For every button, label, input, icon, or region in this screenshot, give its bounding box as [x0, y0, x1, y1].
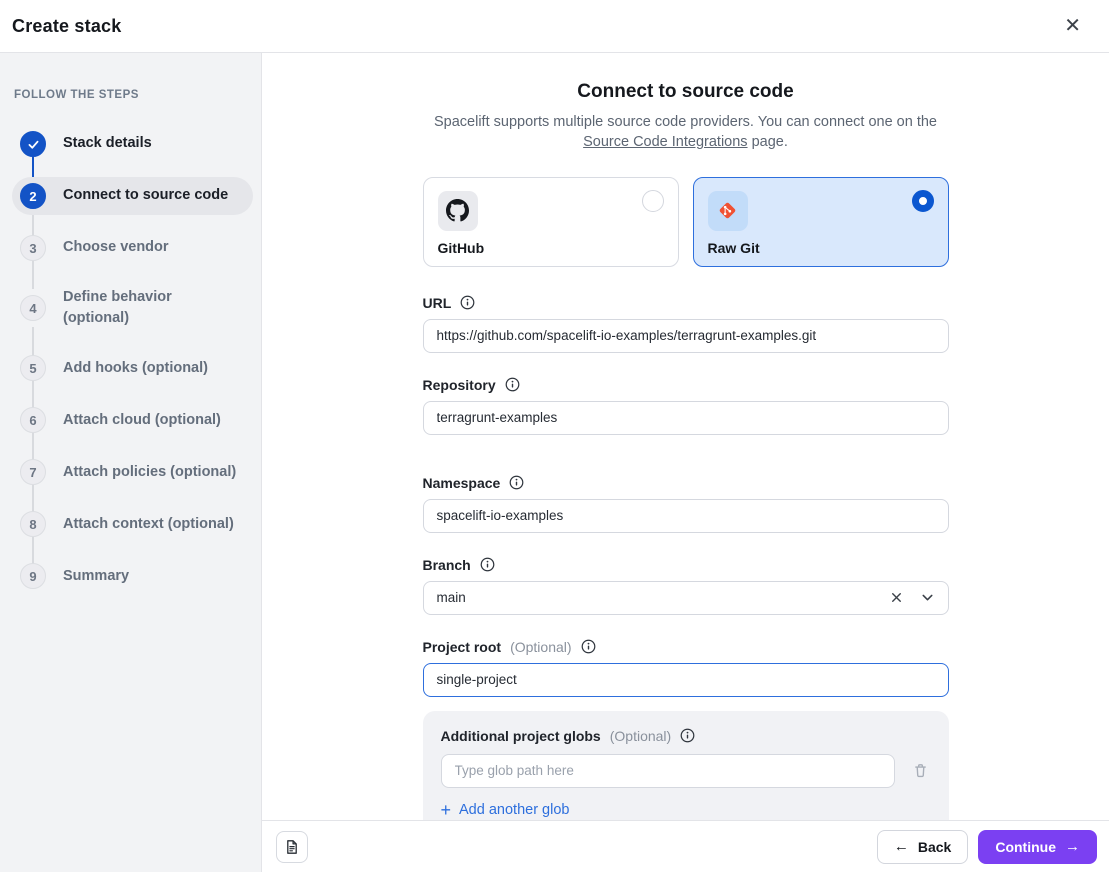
step-label: Connect to source code: [63, 185, 228, 206]
step-label: Stack details: [63, 133, 152, 154]
chevron-down-icon[interactable]: [918, 588, 937, 607]
sidebar-heading: FOLLOW THE STEPS: [14, 89, 245, 101]
info-icon[interactable]: [680, 728, 695, 743]
step-number-badge: 7: [20, 459, 46, 485]
step-number-badge: 3: [20, 235, 46, 261]
optional-tag: (Optional): [510, 639, 571, 655]
add-glob-label: Add another glob: [459, 802, 569, 818]
close-icon[interactable]: ✕: [1060, 12, 1085, 40]
step-label: Attach context (optional): [63, 514, 234, 535]
project-root-field-group: Project root (Optional): [423, 639, 949, 697]
provider-card-raw-git[interactable]: Raw Git: [693, 177, 949, 267]
repository-input[interactable]: [423, 401, 949, 435]
trash-icon[interactable]: [910, 760, 931, 781]
step-number-badge: 8: [20, 511, 46, 537]
subtitle-text: Spacelift supports multiple source code …: [434, 114, 937, 130]
create-stack-modal: Create stack ✕ FOLLOW THE STEPS Stack de…: [0, 0, 1109, 872]
namespace-field-group: Namespace: [423, 475, 949, 533]
step-number-badge: 2: [20, 183, 46, 209]
optional-tag: (Optional): [610, 728, 671, 744]
provider-radio-unselected[interactable]: [642, 190, 664, 212]
form-scroll-area[interactable]: Connect to source code Spacelift support…: [262, 53, 1109, 820]
info-icon[interactable]: [581, 639, 596, 654]
url-field-group: URL: [423, 295, 949, 353]
sidebar-step-attach-context[interactable]: 8 Attach context (optional): [20, 511, 245, 563]
step-number-badge: 5: [20, 355, 46, 381]
step-number-badge: 4: [20, 295, 46, 321]
sidebar-step-define-behavior[interactable]: 4 Define behavior (optional): [20, 287, 245, 355]
repository-label: Repository: [423, 377, 496, 393]
sidebar-step-summary[interactable]: 9 Summary: [20, 563, 245, 589]
arrow-left-icon: ←: [894, 839, 909, 854]
branch-input[interactable]: [423, 581, 949, 615]
continue-label: Continue: [995, 839, 1056, 855]
provider-radio-selected[interactable]: [912, 190, 934, 212]
provider-cards: GitHub: [423, 177, 949, 267]
document-icon[interactable]: [276, 831, 308, 863]
info-icon[interactable]: [509, 475, 524, 490]
arrow-right-icon: →: [1065, 839, 1080, 854]
page-title: Connect to source code: [423, 81, 949, 103]
step-label: Attach policies (optional): [63, 462, 236, 483]
info-icon[interactable]: [480, 557, 495, 572]
glob-path-input[interactable]: [441, 754, 895, 788]
step-label: Attach cloud (optional): [63, 410, 221, 431]
branch-label: Branch: [423, 557, 471, 573]
step-label: Summary: [63, 566, 129, 587]
repository-field-group: Repository: [423, 377, 949, 435]
step-completed-check-icon: [20, 131, 46, 157]
project-root-input[interactable]: [423, 663, 949, 697]
sidebar-step-add-hooks[interactable]: 5 Add hooks (optional): [20, 355, 245, 407]
provider-label: GitHub: [438, 240, 664, 256]
continue-button[interactable]: Continue →: [978, 830, 1097, 864]
sidebar-step-connect-to-source-code[interactable]: 2 Connect to source code: [20, 177, 245, 235]
modal-header: Create stack ✕: [0, 0, 1109, 53]
step-number-badge: 9: [20, 563, 46, 589]
additional-globs-panel: Additional project globs (Optional): [423, 711, 949, 820]
modal-title: Create stack: [12, 16, 121, 37]
url-label: URL: [423, 295, 452, 311]
plus-icon: +: [441, 801, 452, 819]
source-code-integrations-link[interactable]: Source Code Integrations: [583, 134, 747, 150]
back-button[interactable]: ← Back: [877, 830, 968, 864]
info-icon[interactable]: [505, 377, 520, 392]
step-number-badge: 6: [20, 407, 46, 433]
globs-label: Additional project globs: [441, 728, 601, 744]
git-icon: [708, 191, 748, 231]
provider-card-github[interactable]: GitHub: [423, 177, 679, 267]
step-label: Choose vendor: [63, 237, 169, 258]
back-label: Back: [918, 839, 951, 855]
step-label: Add hooks (optional): [63, 358, 208, 379]
branch-field-group: Branch: [423, 557, 949, 615]
wizard-footer: ← Back Continue →: [262, 820, 1109, 872]
github-icon: [438, 191, 478, 231]
subtitle-text: page.: [752, 134, 788, 150]
info-icon[interactable]: [460, 295, 475, 310]
url-input[interactable]: [423, 319, 949, 353]
sidebar-step-stack-details[interactable]: Stack details: [20, 131, 245, 183]
sidebar-step-attach-cloud[interactable]: 6 Attach cloud (optional): [20, 407, 245, 459]
add-another-glob-button[interactable]: + Add another glob: [441, 801, 570, 819]
page-subtitle: Spacelift supports multiple source code …: [423, 112, 949, 153]
provider-label: Raw Git: [708, 240, 934, 256]
namespace-label: Namespace: [423, 475, 501, 491]
steps-list: Stack details 2 Connect to source code 3…: [20, 131, 245, 589]
sidebar-step-choose-vendor[interactable]: 3 Choose vendor: [20, 235, 245, 287]
clear-icon[interactable]: [887, 588, 906, 607]
sidebar-step-attach-policies[interactable]: 7 Attach policies (optional): [20, 459, 245, 511]
project-root-label: Project root: [423, 639, 502, 655]
steps-sidebar: FOLLOW THE STEPS Stack details 2 Connect…: [0, 53, 262, 872]
namespace-input[interactable]: [423, 499, 949, 533]
step-label: Define behavior (optional): [63, 287, 203, 329]
